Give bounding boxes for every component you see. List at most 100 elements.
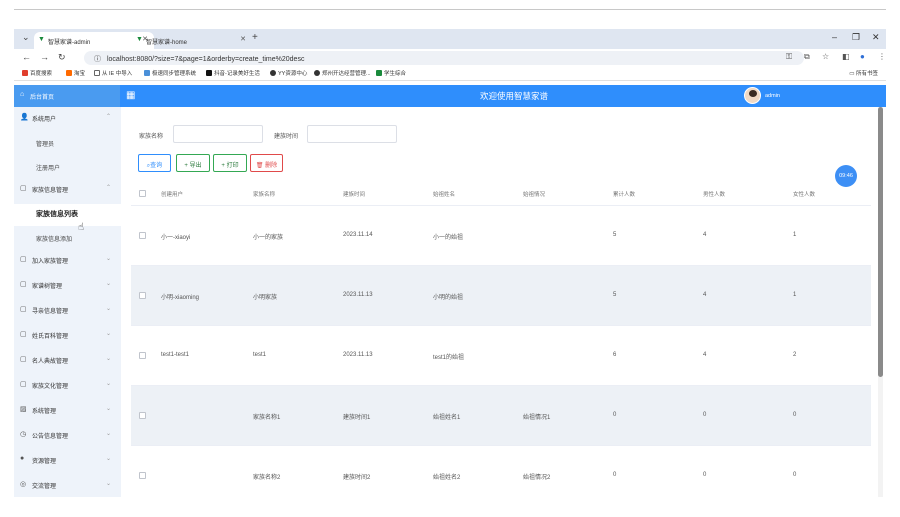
print-button[interactable]: + 打印 — [213, 154, 247, 172]
bookmark-item[interactable]: 学生综合 — [376, 69, 406, 77]
table-cell: 家族名称2 — [253, 475, 281, 481]
table-row[interactable]: 小明-xiaoming 小明家族 2023.11.13 小明的始祖 5 4 1 — [131, 266, 871, 326]
row-checkbox[interactable] — [139, 472, 146, 479]
tab-search-icon[interactable]: ⌄ — [22, 32, 30, 43]
bookmark-item[interactable]: 百度搜索 — [22, 69, 52, 77]
doc-icon: ▢ — [20, 356, 27, 363]
table-row[interactable]: 家族名称2 建族时间2 始祖姓名2 始祖情况2 0 0 0 — [131, 446, 871, 497]
sidebar-item-family-info[interactable]: ▢ 家族信息管理 ⌃ — [14, 180, 121, 198]
home-icon: ⌂ — [20, 91, 25, 98]
sidebar-item-system-admin[interactable]: ▨ 系统管理 ⌄ — [14, 401, 121, 419]
sidebar-item-find-relatives[interactable]: ▢ 寻亲信息管理 ⌄ — [14, 301, 121, 319]
table-cell: 小明-xiaoming — [161, 295, 200, 301]
sidebar-item-system-users[interactable]: 👤 系统用户 ⌃ — [14, 109, 121, 127]
search-button[interactable]: ⌕查询 — [138, 154, 171, 172]
sidebar-item-family-culture[interactable]: ▢ 家族文化管理 ⌄ — [14, 376, 121, 394]
star-icon[interactable]: ☆ — [822, 52, 829, 61]
tab-title: 智慧家谱-home — [146, 40, 188, 46]
minimize-icon[interactable]: – — [832, 32, 837, 42]
home-link[interactable]: ⌂ 后台首页 — [14, 85, 120, 107]
bookmark-item[interactable]: 极速同步管理系统 — [144, 69, 196, 77]
column-header[interactable]: 累计人数 — [613, 190, 635, 198]
url-field[interactable]: ⓘ localhost:8080/?size=7&page=1&orderby=… — [84, 51, 804, 65]
column-header[interactable]: 始祖姓名 — [433, 190, 455, 198]
table-row[interactable]: 小一-xiaoyi 小一的家族 2023.11.14 小一的始祖 5 4 1 — [131, 206, 871, 266]
new-tab-icon[interactable]: + — [252, 32, 258, 43]
menu-icon[interactable]: ⋮ — [878, 52, 886, 61]
column-header[interactable]: 建族时间 — [343, 190, 365, 198]
family-name-input[interactable] — [173, 125, 263, 143]
window-close-icon[interactable]: ✕ — [872, 32, 880, 43]
install-icon[interactable]: ⧉ — [804, 52, 810, 62]
grid-icon[interactable]: ▦ — [126, 90, 135, 101]
user-name[interactable]: admin — [765, 93, 780, 99]
bookmark-item[interactable]: 淘宝 — [66, 69, 85, 77]
sidepanel-icon[interactable]: ◧ — [842, 52, 850, 61]
sidebar-item-announcements[interactable]: ◷ 公告信息管理 ⌄ — [14, 426, 121, 444]
tab-title: 智慧家谱-admin — [48, 40, 91, 46]
sidebar-item-surname-wiki[interactable]: ▢ 姓氏百科管理 ⌄ — [14, 326, 121, 344]
sidebar-subitem-family-list[interactable]: 家族信息列表 — [14, 204, 121, 226]
page-scrollbar[interactable] — [878, 107, 883, 497]
bookmark-item[interactable]: 抖音-记录美好生活 — [206, 69, 260, 77]
table-cell: 始祖情况2 — [523, 475, 551, 481]
table-cell: 小一的家族 — [253, 235, 284, 241]
table-row[interactable]: test1-test1 test1 2023.11.13 test1的始祖 6 … — [131, 326, 871, 386]
url-text: localhost:8080/?size=7&page=1&orderby=cr… — [106, 56, 305, 63]
create-time-input[interactable] — [307, 125, 397, 143]
sidebar-item-resources[interactable]: ● 资源管理 ⌄ — [14, 451, 121, 469]
table-cell: 1 — [793, 232, 797, 238]
all-bookmarks[interactable]: ▭ 所有书签 — [849, 69, 878, 77]
select-all-checkbox[interactable] — [139, 190, 146, 197]
back-icon[interactable]: ← — [22, 52, 31, 62]
taobao-icon — [66, 70, 72, 76]
table-cell: 1 — [793, 292, 797, 298]
bookmark-item[interactable]: YY资源中心 — [270, 69, 307, 77]
sidebar-item-celebrity-stories[interactable]: ▢ 名人典故管理 ⌄ — [14, 351, 121, 369]
forward-icon[interactable]: → — [40, 52, 49, 62]
chevron-down-icon: ⌄ — [105, 256, 111, 262]
column-header[interactable]: 创建用户 — [161, 190, 183, 198]
table-cell: 5 — [613, 232, 617, 238]
avatar[interactable] — [744, 87, 761, 104]
table-header: 创建用户 家族名称 建族时间 始祖姓名 始祖情况 累计人数 男性人数 女性人数 — [131, 182, 871, 206]
app-header: ⌂ 后台首页 ▦ 欢迎使用智慧家谱 admin — [14, 85, 886, 107]
delete-button[interactable]: 🗑 删除 — [250, 154, 283, 172]
column-header[interactable]: 家族名称 — [253, 190, 275, 198]
profile-icon[interactable]: ● — [860, 52, 865, 61]
table-cell: 2023.11.13 — [343, 352, 373, 358]
sidebar-subitem-registered-users[interactable]: 注册用户 — [14, 158, 121, 176]
column-header[interactable]: 女性人数 — [793, 190, 815, 198]
sidebar-subitem-admins[interactable]: 管理员 — [14, 134, 121, 152]
row-checkbox[interactable] — [139, 352, 146, 359]
bookmarks-bar: 百度搜索 淘宝 从 IE 中导入 极速同步管理系统 抖音-记录美好生活 YY资源… — [14, 67, 886, 81]
sidebar-item-communication[interactable]: ◎ 交流管理 ⌄ — [14, 476, 121, 494]
reload-icon[interactable]: ↻ — [58, 52, 66, 63]
column-header[interactable]: 始祖情况 — [523, 190, 545, 198]
browser-tab-home[interactable]: ▼ 智慧家谱-home ✕ — [132, 32, 252, 49]
doc-icon: ▢ — [20, 256, 27, 263]
key-icon[interactable]: ⚿ — [786, 52, 792, 62]
row-checkbox[interactable] — [139, 412, 146, 419]
bookmark-item[interactable]: 从 IE 中导入 — [94, 69, 132, 77]
bookmark-item[interactable]: 郑州开达经营管理... — [314, 69, 371, 77]
row-checkbox[interactable] — [139, 232, 146, 239]
table-cell: 0 — [703, 412, 707, 418]
export-button[interactable]: + 导出 — [176, 154, 210, 172]
image-icon: ▨ — [20, 406, 27, 413]
site-info-icon[interactable]: ⓘ — [94, 56, 101, 63]
scrollbar-thumb[interactable] — [878, 107, 883, 377]
favicon-icon: ▼ — [38, 36, 45, 43]
sidebar-item-family-tree[interactable]: ▢ 家谱树管理 ⌄ — [14, 276, 121, 294]
restore-icon[interactable]: ❐ — [852, 32, 860, 43]
row-checkbox[interactable] — [139, 292, 146, 299]
table-row[interactable]: 家族名称1 建族时间1 始祖姓名1 始祖情况1 0 0 0 — [131, 386, 871, 446]
chevron-down-icon: ⌄ — [105, 456, 111, 462]
sidebar-subitem-family-add[interactable]: 家族信息添加 — [14, 229, 121, 247]
globe-icon — [314, 70, 320, 76]
table-cell: 0 — [613, 472, 617, 478]
sidebar-item-join-family[interactable]: ▢ 加入家族管理 ⌄ — [14, 251, 121, 269]
paw-icon — [22, 70, 28, 76]
close-icon[interactable]: ✕ — [240, 35, 246, 43]
column-header[interactable]: 男性人数 — [703, 190, 725, 198]
